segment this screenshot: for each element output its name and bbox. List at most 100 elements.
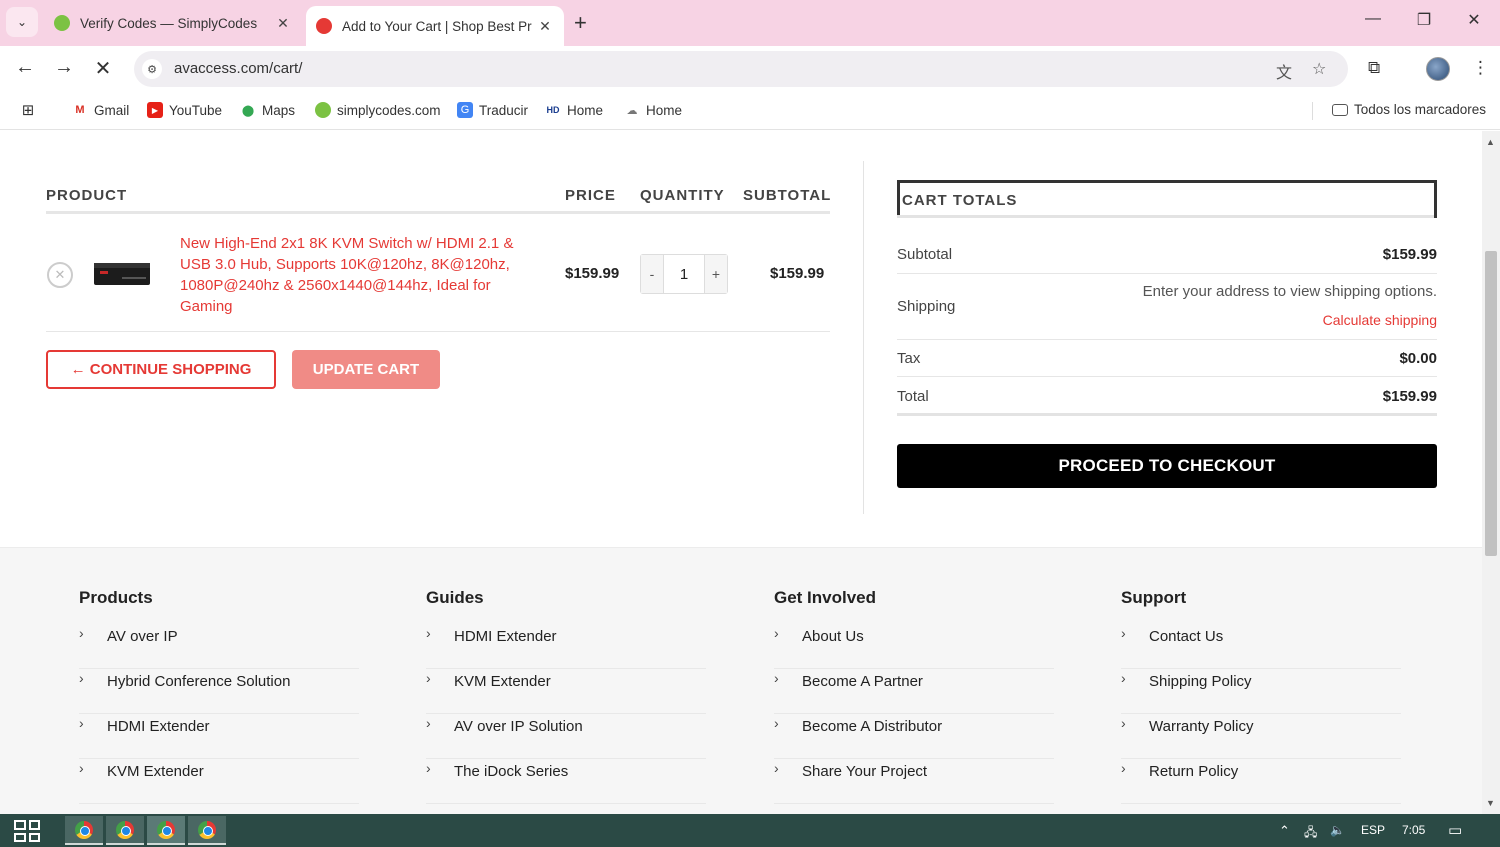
total-label: Total — [897, 388, 929, 405]
footer-link[interactable]: › Warranty Policy — [1121, 714, 1401, 759]
quantity-increase-button[interactable]: + — [705, 255, 727, 293]
bookmark-maps[interactable]: ⬤ Maps — [240, 102, 295, 118]
taskbar-chrome-window[interactable] — [147, 816, 185, 845]
col-header-product: PRODUCT — [46, 187, 128, 204]
footer-link-label: HDMI Extender — [454, 628, 557, 645]
bookmark-home-2[interactable]: ☁ Home — [624, 102, 683, 118]
divider — [897, 215, 1434, 218]
back-icon[interactable]: ← — [12, 56, 38, 79]
quantity-decrease-button[interactable]: - — [641, 255, 663, 293]
notifications-icon[interactable]: ▭ — [1448, 821, 1462, 839]
bookmark-simplycodes[interactable]: simplycodes.com — [315, 102, 441, 118]
taskbar-chrome-window[interactable] — [65, 816, 103, 845]
divider — [897, 376, 1437, 377]
new-tab-button[interactable]: + — [574, 10, 587, 36]
remove-item-button[interactable]: ✕ — [47, 262, 73, 288]
bookmark-label: Home — [646, 102, 683, 118]
extensions-icon[interactable]: ⧉ — [1368, 58, 1380, 78]
close-icon[interactable]: ✕ — [536, 18, 554, 35]
footer-link[interactable]: › Share Your Project — [774, 759, 1054, 804]
taskbar-chrome-window[interactable] — [106, 816, 144, 845]
footer-link[interactable]: › HDMI Extender — [79, 714, 359, 759]
site-info-icon[interactable]: ⚙ — [142, 59, 162, 79]
bookmark-traducir[interactable]: G Traducir — [457, 102, 528, 118]
tab-cart[interactable]: Add to Your Cart | Shop Best Pr ✕ — [306, 6, 564, 46]
avatar[interactable] — [1426, 57, 1450, 81]
scrollbar-thumb[interactable] — [1485, 251, 1497, 556]
bookmarks-bar: ⊞ M Gmail ▶ YouTube ⬤ Maps simplycodes.c… — [0, 92, 1500, 130]
chevron-right-icon: › — [79, 670, 84, 686]
youtube-icon: ▶ — [147, 102, 163, 118]
minimize-icon[interactable]: — — [1358, 10, 1388, 28]
url-text[interactable]: avaccess.com/cart/ — [174, 60, 302, 77]
chevron-right-icon: › — [79, 715, 84, 731]
product-name-link[interactable]: New High-End 2x1 8K KVM Switch w/ HDMI 2… — [180, 233, 540, 317]
tab-simplycodes[interactable]: Verify Codes — SimplyCodes ✕ — [44, 6, 302, 40]
bookmark-home-1[interactable]: HD Home — [545, 102, 604, 118]
footer-link[interactable]: › Hybrid Conference Solution — [79, 669, 359, 714]
chrome-icon — [75, 820, 93, 839]
footer-link-label: Become A Partner — [802, 673, 923, 690]
stop-loading-icon[interactable]: ✕ — [90, 56, 116, 81]
star-icon[interactable]: ☆ — [1312, 59, 1326, 79]
tax-value: $0.00 — [1399, 350, 1437, 367]
product-image[interactable] — [92, 257, 152, 289]
chevron-right-icon: › — [1121, 715, 1126, 731]
continue-shopping-button[interactable]: ← CONTINUE SHOPPING — [46, 350, 276, 389]
scroll-up-icon[interactable]: ▲ — [1486, 137, 1495, 147]
address-bar[interactable]: ⚙ avaccess.com/cart/ 文 ☆ — [134, 51, 1348, 87]
col-header-quantity: QUANTITY — [640, 187, 725, 204]
close-icon[interactable]: ✕ — [274, 15, 292, 32]
quantity-input[interactable]: 1 — [663, 255, 705, 293]
apps-icon[interactable]: ⊞ — [20, 102, 36, 119]
maps-icon: ⬤ — [241, 104, 255, 117]
all-bookmarks[interactable]: Todos los marcadores — [1332, 102, 1486, 117]
menu-icon[interactable]: ⋮ — [1472, 58, 1489, 78]
translate-icon[interactable]: 文 — [1276, 59, 1292, 83]
footer-link[interactable]: › Become A Partner — [774, 669, 1054, 714]
cart-totals-title: CART TOTALS — [897, 180, 1437, 218]
footer-link[interactable]: › KVM Extender — [79, 759, 359, 804]
network-icon[interactable]: 🖧 — [1304, 823, 1317, 844]
update-cart-button[interactable]: UPDATE CART — [292, 350, 440, 389]
page-content: PRODUCT PRICE QUANTITY SUBTOTAL ✕ New Hi… — [0, 131, 1482, 814]
footer-link[interactable]: › About Us — [774, 624, 1054, 669]
footer-link[interactable]: › AV over IP Solution — [426, 714, 706, 759]
bookmark-label: Gmail — [94, 102, 130, 118]
forward-icon[interactable]: → — [51, 56, 77, 79]
chrome-icon — [157, 820, 175, 839]
footer-link[interactable]: › Contact Us — [1121, 624, 1401, 669]
chevron-right-icon: › — [774, 715, 779, 731]
col-header-price: PRICE — [565, 187, 616, 204]
volume-icon[interactable]: 🔈 — [1330, 823, 1345, 837]
scroll-down-icon[interactable]: ▼ — [1486, 798, 1495, 808]
bookmark-youtube[interactable]: ▶ YouTube — [147, 102, 222, 118]
bookmarks-divider — [1312, 102, 1313, 120]
proceed-to-checkout-button[interactable]: PROCEED TO CHECKOUT — [897, 444, 1437, 488]
footer-link[interactable]: › Become A Distributor — [774, 714, 1054, 759]
footer-column-guides: Guides › HDMI Extender › KVM Extender › AV … — [426, 588, 706, 804]
bookmark-gmail[interactable]: M Gmail — [72, 102, 129, 118]
divider — [46, 211, 830, 214]
restore-icon[interactable]: ❐ — [1409, 10, 1439, 30]
close-window-icon[interactable]: ✕ — [1459, 10, 1489, 30]
calculate-shipping-link[interactable]: Calculate shipping — [1323, 312, 1437, 328]
footer-link[interactable]: › AV over IP — [79, 624, 359, 669]
footer-link[interactable]: › Shipping Policy — [1121, 669, 1401, 714]
clock[interactable]: 7:05 — [1402, 823, 1425, 837]
bookmark-label: YouTube — [169, 102, 223, 118]
footer-link[interactable]: › The iDock Series — [426, 759, 706, 804]
chevron-up-icon[interactable]: ⌃ — [1279, 823, 1290, 839]
footer-link[interactable]: › KVM Extender — [426, 669, 706, 714]
start-icon[interactable] — [14, 820, 40, 842]
language-indicator[interactable]: ESP — [1361, 823, 1385, 837]
footer-link[interactable]: › HDMI Extender — [426, 624, 706, 669]
avaccess-icon — [316, 18, 332, 34]
tab-strip: ⌄ Verify Codes — SimplyCodes ✕ Add to Yo… — [0, 0, 1500, 46]
page-scrollbar[interactable]: ▲ ▼ — [1482, 131, 1500, 814]
footer-link[interactable]: › Return Policy — [1121, 759, 1401, 804]
taskbar-chrome-window[interactable] — [188, 816, 226, 845]
footer-link-label: Return Policy — [1149, 763, 1239, 780]
home-icon: HD — [546, 105, 560, 115]
tab-search-button[interactable]: ⌄ — [6, 7, 38, 37]
